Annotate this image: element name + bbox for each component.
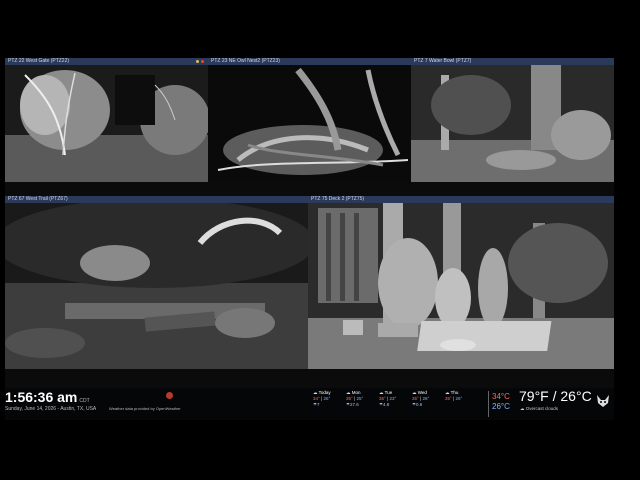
- forecast-hi: 35°: [379, 396, 386, 401]
- camera-feed: [208, 65, 411, 182]
- camera-feed: [411, 65, 614, 182]
- cloud-icon: ☁: [346, 390, 351, 395]
- forecast-day: ☁ Tue 35° | 23° ☂4.8: [379, 390, 397, 407]
- weather-attribution: Weather data provided by OpenWeather: [109, 406, 181, 411]
- camera-tile-deck[interactable]: PTZ 75 Deck 2 (PTZ75): [308, 196, 614, 369]
- current-condition: ☁ Overcast clouds: [520, 406, 558, 412]
- forecast-hi: 35°: [412, 396, 419, 401]
- status-bar: 1:56:36 am CDT Sunday, June 14, 2026 - Au…: [5, 388, 614, 420]
- status-dot-icon: [196, 60, 199, 63]
- forecast-lo: 26°: [422, 396, 430, 401]
- forecast-day: ☁ Mon 35° | 25° ☂27.6: [346, 390, 364, 407]
- today-low: 26°C: [492, 402, 510, 411]
- forecast-lo: 26°: [323, 396, 331, 401]
- divider: [488, 391, 489, 417]
- forecast-day-label: Today: [318, 390, 331, 395]
- camera-title: PTZ 22 West Gate (PTZ22): [5, 58, 208, 65]
- record-dot-icon: [201, 60, 204, 63]
- forecast-precip: 7: [317, 402, 320, 407]
- camera-title: PTZ 7 Water Bowl (PTZ7): [411, 58, 614, 65]
- cloud-icon: ☁: [445, 390, 450, 395]
- cloud-icon: ☁: [379, 390, 384, 395]
- forecast-lo: 23°: [389, 396, 397, 401]
- forecast-day: ☁ Thu 35° | 26°: [445, 390, 463, 401]
- camera-title: PTZ 75 Deck 2 (PTZ75): [308, 196, 614, 203]
- camera-feed: [5, 203, 308, 369]
- forecast-day-label: Wed: [417, 390, 427, 395]
- camera-title: PTZ 23 NE Owl Nest2 (PTZ23): [208, 58, 411, 65]
- forecast-hi: 35°: [445, 396, 452, 401]
- forecast-precip: 0.6: [416, 402, 423, 407]
- condition-text: Overcast clouds: [525, 406, 559, 411]
- clock-date: Sunday, June 14, 2026 - Austin, TX, USA: [5, 406, 97, 412]
- current-temperature: 79°F / 26°C: [519, 388, 592, 404]
- forecast-hi: 34°: [313, 396, 320, 401]
- forecast-day-label: Thu: [450, 390, 459, 395]
- forecast-precip: 27.6: [350, 402, 359, 407]
- camera-tile-owl-nest[interactable]: PTZ 23 NE Owl Nest2 (PTZ23): [208, 58, 411, 182]
- forecast-day-label: Tue: [384, 390, 393, 395]
- clock-timezone: CDT: [79, 398, 90, 404]
- clock-time: 1:56:36 am: [5, 389, 78, 405]
- forecast-lo: 26°: [455, 396, 463, 401]
- camera-grid: PTZ 22 West Gate (PTZ22) PTZ 23 NE Owl N…: [5, 58, 614, 420]
- cloud-icon: ☁: [313, 390, 318, 395]
- cloud-icon: ☁: [412, 390, 417, 395]
- forecast-day-label: Mon: [351, 390, 361, 395]
- forecast-precip: 4.8: [383, 402, 390, 407]
- forecast-day: ☁ Today 34° | 26° ☂7: [313, 390, 331, 407]
- today-high: 34°C: [492, 392, 510, 401]
- clock: 1:56:36 am CDT: [5, 389, 90, 405]
- forecast-day: ☁ Wed 35° | 26° ☂0.6: [412, 390, 430, 407]
- camera-tile-west-gate[interactable]: PTZ 22 West Gate (PTZ22): [5, 58, 208, 182]
- camera-title: PTZ 67 West Trail (PTZ67): [5, 196, 308, 203]
- forecast-hi: 35°: [346, 396, 353, 401]
- openweather-logo-icon: [166, 392, 173, 399]
- camera-feed: [308, 203, 614, 369]
- camera-feed: [5, 65, 208, 182]
- forecast-lo: 25°: [356, 396, 364, 401]
- fox-icon: [597, 395, 609, 407]
- camera-tile-water-bowl[interactable]: PTZ 7 Water Bowl (PTZ7): [411, 58, 614, 182]
- camera-tile-west-trail[interactable]: PTZ 67 West Trail (PTZ67): [5, 196, 308, 369]
